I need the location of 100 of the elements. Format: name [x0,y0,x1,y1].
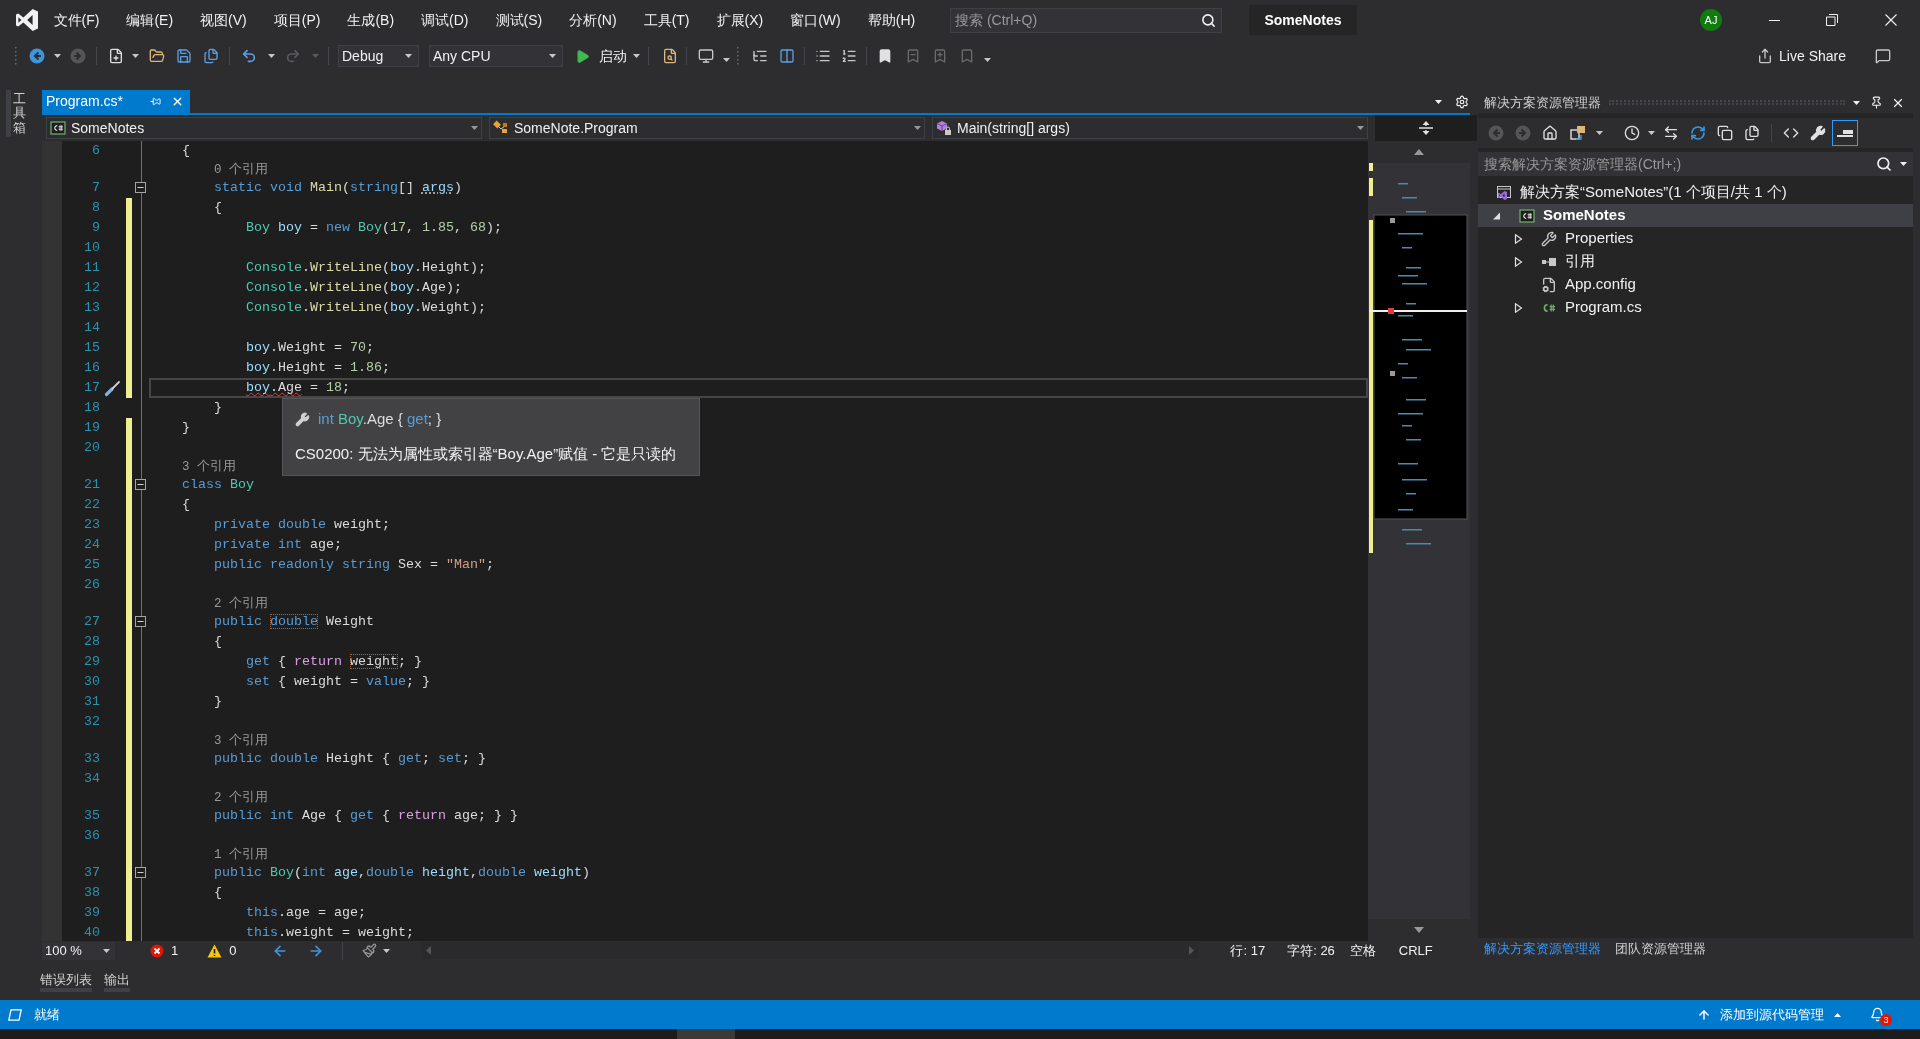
code-icon[interactable] [1783,125,1799,141]
list-icon[interactable] [815,48,831,64]
settings-icon[interactable] [1455,94,1469,109]
menu-item[interactable]: 调试(D) [407,6,482,34]
warning-count[interactable]: 0 [207,940,237,961]
screwdriver-icon[interactable] [104,379,122,397]
back-icon[interactable] [29,48,45,64]
navigation-dropdown[interactable]: Main(string[] args) [932,117,1368,139]
user-avatar[interactable]: AJ [1700,9,1722,31]
clock-icon[interactable] [1624,125,1640,141]
scroll-up-arrow-icon[interactable] [1414,149,1424,155]
caret-icon[interactable] [471,126,478,130]
bell-icon[interactable] [1870,1007,1885,1022]
panel-tab[interactable]: 团队资源管理器 [1615,939,1720,959]
navigation-dropdown[interactable]: SomeNotes [46,117,482,139]
tool-window-tab[interactable]: 错误列表 [40,968,92,992]
navigation-dropdown[interactable]: SomeNote.Program [489,117,925,139]
reference-count[interactable]: 1 个引用 [214,844,268,865]
reference-count[interactable]: 3 个引用 [214,730,268,751]
reference-count[interactable]: 2 个引用 [214,787,268,808]
expander-icon[interactable] [1513,302,1523,313]
caret-icon[interactable] [268,54,275,58]
start-button[interactable]: 启动 [575,44,640,68]
bookmark-icon[interactable] [877,48,893,64]
monitor-icon[interactable] [698,48,714,64]
numbered-list-icon[interactable] [841,48,857,64]
menu-item[interactable]: 编辑(E) [112,6,187,34]
zoom-dropdown[interactable]: 100 % [42,941,115,960]
cursor-column[interactable]: 字符: 26 [1287,940,1335,961]
collapse-icon[interactable] [135,182,146,193]
caret-icon[interactable] [1853,100,1860,105]
menu-item[interactable]: 帮助(H) [854,6,929,34]
source-control-button[interactable]: 添加到源代码管理 [1697,1000,1841,1029]
reference-count[interactable]: 0 个引用 [214,159,268,180]
columns-icon[interactable] [779,48,795,64]
pin-icon[interactable] [1870,96,1883,109]
caret-icon[interactable] [1435,99,1442,104]
search-icon[interactable] [1876,156,1892,172]
collapse-icon[interactable] [135,867,146,878]
expander-icon[interactable] [1513,256,1523,267]
caret-icon[interactable] [383,948,391,953]
caret-icon[interactable] [1900,162,1907,166]
notification-count[interactable]: 3 [1880,1014,1892,1026]
tree-item[interactable]: SomeNotes [1478,204,1913,227]
list-tree-icon[interactable] [752,48,768,64]
menu-item[interactable]: 生成(B) [333,6,408,34]
expander-icon[interactable] [1513,233,1523,244]
menu-item[interactable]: 项目(P) [260,6,334,34]
tree-item[interactable]: Properties [1478,227,1913,250]
preview-toggle[interactable] [1832,120,1858,146]
undo-icon[interactable] [241,48,257,64]
collapse-icon[interactable] [135,479,146,490]
caret-icon[interactable] [549,54,556,58]
caret-icon[interactable] [1357,126,1364,130]
tool-window-tab[interactable]: 输出 [104,968,130,992]
copy-icon[interactable] [1717,125,1733,141]
expander-icon[interactable] [1491,210,1501,221]
caret-icon[interactable] [405,54,412,58]
menu-item[interactable]: 分析(N) [555,6,631,34]
toolbox-tab[interactable]: 工具箱 [6,90,26,137]
left-right-arrows-icon[interactable] [1663,125,1679,141]
search-field[interactable]: 搜索 (Ctrl+Q) [950,7,1222,33]
scroll-down-arrow-icon[interactable] [1414,927,1424,933]
wrench-icon[interactable] [1810,125,1826,141]
home-icon[interactable] [1542,125,1558,141]
caret-icon[interactable] [103,948,110,953]
caret-icon[interactable] [132,54,139,58]
splitter-icon[interactable] [1419,120,1433,136]
search-icon[interactable] [1201,12,1216,28]
configuration-dropdown[interactable]: Debug [338,45,419,67]
collapse-icon[interactable] [135,616,146,627]
panel-tab[interactable]: 解决方案资源管理器 [1484,939,1615,959]
caret-icon[interactable] [723,58,730,62]
parallelogram-icon[interactable] [8,1008,22,1021]
menu-item[interactable]: 工具(T) [630,6,703,34]
reference-count[interactable]: 2 个引用 [214,593,268,614]
caret-icon[interactable] [1648,131,1655,135]
bookmark-plus-icon[interactable] [932,48,948,64]
caret-icon[interactable] [984,58,991,62]
caret-icon[interactable] [633,54,640,58]
caret-icon[interactable] [54,54,61,58]
paintbrush-icon[interactable] [362,943,378,958]
file-plus-icon[interactable] [108,48,124,64]
tree-item[interactable]: App.config [1478,273,1913,296]
menu-item[interactable]: 测试(S) [482,6,556,34]
file-search-icon[interactable] [662,48,678,64]
caret-icon[interactable] [914,126,921,130]
menu-item[interactable]: 窗口(W) [776,6,855,34]
speech-bubble-icon[interactable] [1875,48,1891,64]
indent-mode[interactable]: 空格 [1349,940,1376,961]
files-icon[interactable] [1744,125,1760,141]
error-count[interactable]: 1 [150,940,179,961]
bookmark-minus-icon[interactable] [905,48,921,64]
platform-dropdown[interactable]: Any CPU [429,45,563,67]
stacked-squares-icon[interactable] [1570,125,1586,141]
live-share-button[interactable]: Live Share [1757,43,1846,69]
line-ending[interactable]: CRLF [1398,940,1433,961]
files-icon[interactable] [203,48,219,64]
cursor-line[interactable]: 行: 17 [1230,940,1266,961]
caret-icon[interactable] [1596,131,1603,135]
